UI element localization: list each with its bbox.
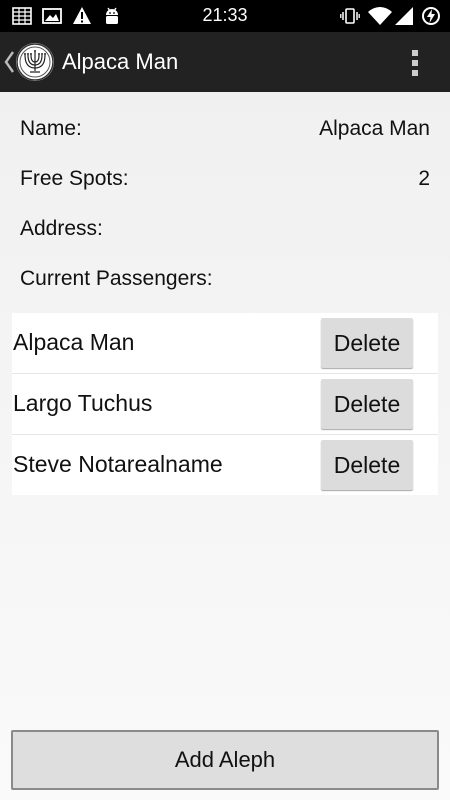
vibrate-icon	[340, 8, 360, 24]
add-aleph-button[interactable]: Add Aleph	[11, 730, 439, 790]
action-bar: Alpaca Man	[0, 32, 450, 92]
current-passengers-label: Current Passengers:	[20, 267, 213, 290]
page-title: Alpaca Man	[62, 49, 179, 74]
free-spots-value: 2	[418, 167, 430, 190]
passenger-list: Alpaca Man Delete Largo Tuchus Delete St…	[12, 313, 438, 495]
overflow-menu-icon[interactable]	[404, 48, 426, 78]
back-caret-icon[interactable]	[3, 49, 15, 75]
passenger-name: Steve Notarealname	[13, 451, 223, 477]
app-logo[interactable]	[16, 43, 54, 81]
address-label: Address:	[20, 217, 103, 240]
passenger-row: Steve Notarealname Delete	[12, 435, 438, 496]
passenger-row: Largo Tuchus Delete	[12, 374, 438, 435]
wifi-icon	[368, 7, 392, 25]
name-value: Alpaca Man	[319, 117, 430, 140]
cell-signal-icon	[395, 7, 413, 25]
delete-passenger-button[interactable]: Delete	[321, 379, 413, 429]
status-bar: 21:33	[0, 0, 450, 32]
passenger-name: Largo Tuchus	[13, 390, 153, 416]
delete-passenger-button[interactable]: Delete	[321, 318, 413, 368]
passenger-row: Alpaca Man Delete	[12, 313, 438, 374]
data-saver-icon	[422, 7, 440, 25]
name-label: Name:	[20, 117, 82, 140]
delete-passenger-button[interactable]: Delete	[321, 440, 413, 490]
screen: 21:33 Alpaca Man Name: Alpaca Man Free S…	[0, 0, 450, 800]
menorah-logo-icon	[16, 43, 54, 81]
passenger-name: Alpaca Man	[13, 329, 135, 355]
free-spots-label: Free Spots:	[20, 167, 129, 190]
